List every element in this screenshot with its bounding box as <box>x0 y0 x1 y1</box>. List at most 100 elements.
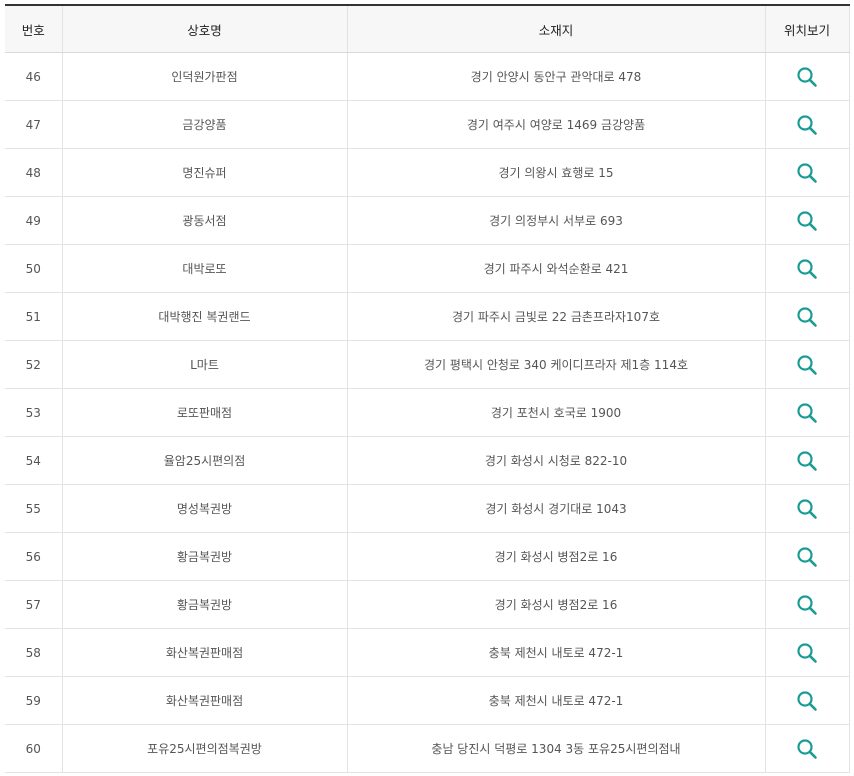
row-location-cell <box>764 484 850 533</box>
row-address: 경기 화성시 경기대로 1043 <box>346 484 765 533</box>
search-icon <box>797 738 817 759</box>
row-location-cell <box>764 532 850 581</box>
view-location-button[interactable] <box>795 545 819 569</box>
row-number: 49 <box>5 196 62 245</box>
row-location-cell <box>764 196 850 245</box>
row-store-name: 화산복권판매점 <box>61 628 347 677</box>
table-row: 57 황금복권방 경기 화성시 병점2로 16 <box>5 580 850 629</box>
row-number: 60 <box>5 724 62 773</box>
table-row: 51 대박행진 복권랜드 경기 파주시 금빛로 22 금촌프라자107호 <box>5 292 850 341</box>
search-icon <box>797 162 817 183</box>
row-number: 46 <box>5 52 62 101</box>
row-number: 56 <box>5 532 62 581</box>
table-row: 48 명진슈퍼 경기 의왕시 효행로 15 <box>5 148 850 197</box>
table-header: 번호 상호명 소재지 위치보기 <box>5 5 850 53</box>
row-store-name: 대박로또 <box>61 244 347 293</box>
view-location-button[interactable] <box>795 65 819 89</box>
table-row: 46 인덕원가판점 경기 안양시 동안구 관악대로 478 <box>5 52 850 101</box>
search-icon <box>797 306 817 327</box>
view-location-button[interactable] <box>795 497 819 521</box>
row-store-name: 율암25시편의점 <box>61 436 347 485</box>
row-address: 경기 의정부시 서부로 693 <box>346 196 765 245</box>
row-location-cell <box>764 52 850 101</box>
view-location-button[interactable] <box>795 161 819 185</box>
view-location-button[interactable] <box>795 353 819 377</box>
row-address: 경기 화성시 병점2로 16 <box>346 532 765 581</box>
row-store-name: 금강양품 <box>61 100 347 149</box>
header-row: 번호 상호명 소재지 위치보기 <box>5 5 850 53</box>
table-row: 53 로또판매점 경기 포천시 호국로 1900 <box>5 388 850 437</box>
row-address: 경기 평택시 안청로 340 케이디프라자 제1층 114호 <box>346 340 765 389</box>
table-row: 55 명성복권방 경기 화성시 경기대로 1043 <box>5 484 850 533</box>
row-store-name: 황금복권방 <box>61 580 347 629</box>
row-number: 59 <box>5 676 62 725</box>
row-number: 55 <box>5 484 62 533</box>
row-location-cell <box>764 100 850 149</box>
row-address: 경기 화성시 시청로 822-10 <box>346 436 765 485</box>
header-number: 번호 <box>5 5 62 53</box>
row-location-cell <box>764 292 850 341</box>
view-location-button[interactable] <box>795 257 819 281</box>
search-icon <box>797 546 817 567</box>
search-icon <box>797 402 817 423</box>
table-row: 58 화산복권판매점 충북 제천시 내토로 472-1 <box>5 628 850 677</box>
view-location-button[interactable] <box>795 689 819 713</box>
row-address: 경기 파주시 와석순환로 421 <box>346 244 765 293</box>
row-number: 47 <box>5 100 62 149</box>
view-location-button[interactable] <box>795 209 819 233</box>
row-address: 충남 당진시 덕평로 1304 3동 포유25시편의점내 <box>346 724 765 773</box>
row-location-cell <box>764 388 850 437</box>
row-address: 경기 포천시 호국로 1900 <box>346 388 765 437</box>
view-location-button[interactable] <box>795 401 819 425</box>
search-icon <box>797 642 817 663</box>
table-row: 60 포유25시편의점복권방 충남 당진시 덕평로 1304 3동 포유25시편의점… <box>5 724 850 773</box>
view-location-button[interactable] <box>795 593 819 617</box>
row-store-name: 인덕원가판점 <box>61 52 347 101</box>
row-store-name: 로또판매점 <box>61 388 347 437</box>
search-icon <box>797 114 817 135</box>
row-store-name: 명진슈퍼 <box>61 148 347 197</box>
header-store-name: 상호명 <box>61 5 347 53</box>
table-row: 47 금강양품 경기 여주시 여양로 1469 금강양품 <box>5 100 850 149</box>
row-number: 50 <box>5 244 62 293</box>
table-row: 50 대박로또 경기 파주시 와석순환로 421 <box>5 244 850 293</box>
row-location-cell <box>764 436 850 485</box>
header-location: 위치보기 <box>764 5 850 53</box>
view-location-button[interactable] <box>795 641 819 665</box>
header-address: 소재지 <box>346 5 765 53</box>
row-location-cell <box>764 724 850 773</box>
row-address: 경기 파주시 금빛로 22 금촌프라자107호 <box>346 292 765 341</box>
table-row: 49 광동서점 경기 의정부시 서부로 693 <box>5 196 850 245</box>
row-address: 충북 제천시 내토로 472-1 <box>346 676 765 725</box>
row-address: 경기 여주시 여양로 1469 금강양품 <box>346 100 765 149</box>
row-store-name: L마트 <box>61 340 347 389</box>
view-location-button[interactable] <box>795 113 819 137</box>
row-store-name: 포유25시편의점복권방 <box>61 724 347 773</box>
view-location-button[interactable] <box>795 737 819 761</box>
row-number: 58 <box>5 628 62 677</box>
view-location-button[interactable] <box>795 305 819 329</box>
table-body: 46 인덕원가판점 경기 안양시 동안구 관악대로 478 47 금강양품 경기 여주시 … <box>5 52 850 773</box>
row-address: 경기 의왕시 효행로 15 <box>346 148 765 197</box>
table-row: 59 화산복권판매점 충북 제천시 내토로 472-1 <box>5 676 850 725</box>
row-number: 52 <box>5 340 62 389</box>
view-location-button[interactable] <box>795 449 819 473</box>
row-number: 48 <box>5 148 62 197</box>
search-icon <box>797 450 817 471</box>
row-store-name: 광동서점 <box>61 196 347 245</box>
row-store-name: 화산복권판매점 <box>61 676 347 725</box>
search-icon <box>797 690 817 711</box>
store-list-table: 번호 상호명 소재지 위치보기 46 인덕원가판점 경기 안양시 동안구 관악대로 … <box>5 4 850 773</box>
row-address: 충북 제천시 내토로 472-1 <box>346 628 765 677</box>
search-icon <box>797 498 817 519</box>
row-store-name: 명성복권방 <box>61 484 347 533</box>
search-icon <box>797 354 817 375</box>
row-location-cell <box>764 340 850 389</box>
row-number: 51 <box>5 292 62 341</box>
search-icon <box>797 594 817 615</box>
row-location-cell <box>764 628 850 677</box>
row-store-name: 황금복권방 <box>61 532 347 581</box>
row-number: 53 <box>5 388 62 437</box>
row-location-cell <box>764 580 850 629</box>
table-row: 54 율암25시편의점 경기 화성시 시청로 822-10 <box>5 436 850 485</box>
